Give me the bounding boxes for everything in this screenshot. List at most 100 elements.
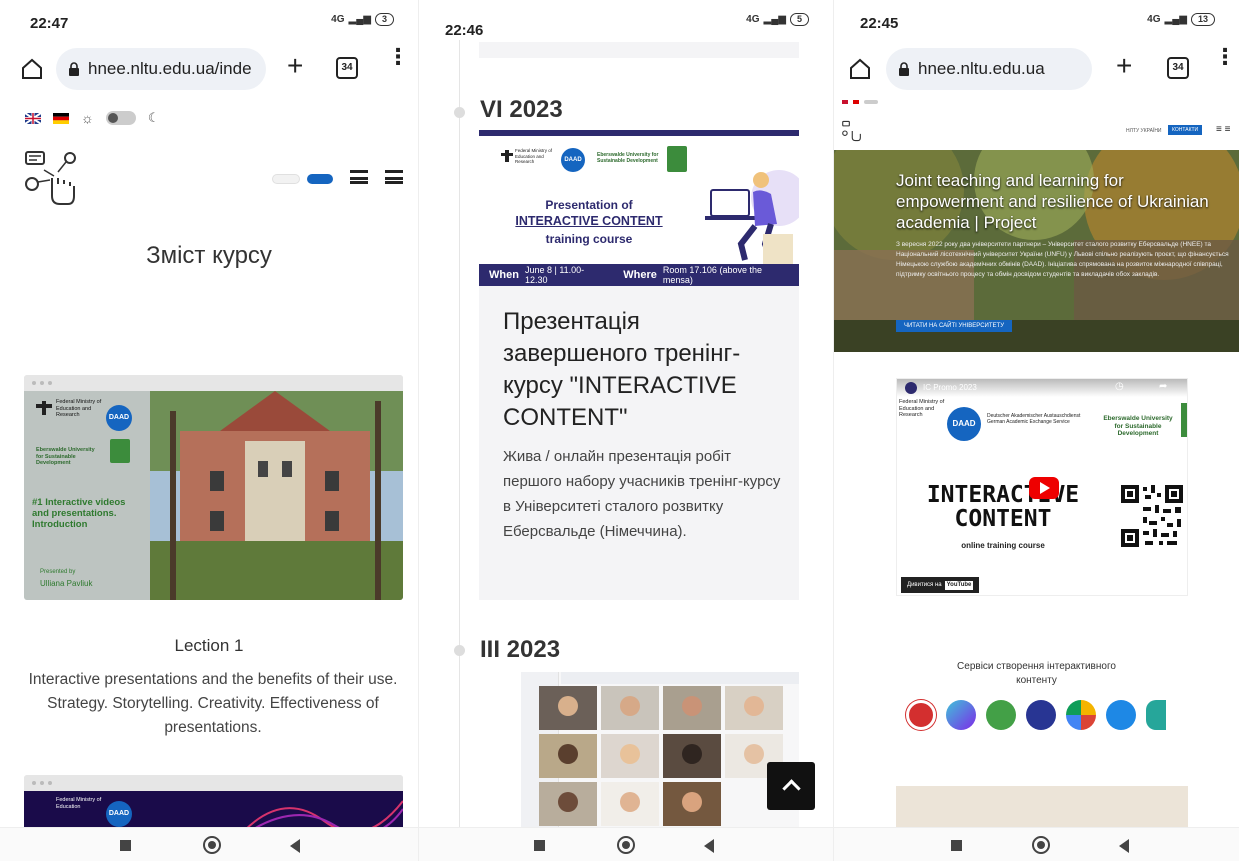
hero-description: З вересня 2022 року два університети пар…	[896, 241, 1229, 278]
battery-icon: 5	[789, 13, 809, 26]
lection-description: Interactive presentations and the benefi…	[28, 671, 398, 736]
colors-icon[interactable]	[1066, 700, 1096, 730]
clock-icon[interactable]: ◷	[1115, 381, 1124, 392]
home-nav-icon[interactable]	[1032, 836, 1050, 854]
university-building-photo	[150, 391, 403, 600]
c-icon[interactable]	[1026, 700, 1056, 730]
share-icon[interactable]: ➦	[1159, 381, 1167, 392]
slide-title: #1 Interactive videos and presentations.…	[32, 497, 126, 530]
theme-toggle[interactable]	[864, 100, 878, 104]
theme-toggle[interactable]	[105, 111, 136, 125]
eagle-icon	[36, 401, 52, 415]
banner-line-1: Presentation of	[545, 198, 633, 212]
back-icon[interactable]	[1119, 839, 1129, 853]
banner-org2-label: Eberswalde University for Sustainable De…	[597, 152, 659, 164]
crest-icon	[667, 146, 687, 172]
previous-card-bottom	[479, 42, 799, 58]
timeline-line	[459, 40, 460, 827]
moon-icon: ☾	[147, 110, 160, 125]
nav-link[interactable]: НЛТУ УКРАЇНИ	[1126, 128, 1162, 134]
url-text: hnee.nltu.edu.ua/inde	[88, 59, 252, 78]
event-card: Презентація завершеного тренінг-курсу "I…	[479, 286, 799, 600]
signal-icon: 4G ▂▄▆ 13	[1147, 13, 1215, 26]
status-bar: 22:46 4G ▂▄▆ 5	[419, 0, 833, 39]
back-icon[interactable]	[704, 839, 714, 853]
zoom-meeting-screenshot[interactable]	[521, 672, 799, 830]
settings-row: ☼ ☾	[25, 110, 160, 126]
menu-icon[interactable]: ⋮	[387, 46, 409, 68]
channel-avatar	[905, 382, 917, 394]
slide2-org-label: Federal Ministry of Education	[56, 797, 102, 810]
home-icon[interactable]	[848, 57, 872, 81]
theme-light-pill[interactable]	[272, 174, 300, 184]
android-nav-bar	[0, 827, 418, 861]
menu-icon[interactable]: ⋮	[1214, 46, 1236, 68]
watch-on-youtube-button[interactable]: Дивитися на YouTube	[901, 577, 980, 593]
tab-count-button[interactable]: 34	[1167, 57, 1189, 79]
address-bar[interactable]: hnee.nltu.edu.ua	[886, 48, 1092, 90]
event-description: Жива / онлайн презентація робіт першого …	[503, 448, 781, 540]
lection-title[interactable]: Lection 1	[0, 636, 418, 656]
german-flag-icon[interactable]	[853, 100, 859, 104]
home-nav-icon[interactable]	[617, 836, 635, 854]
h5p-icon[interactable]	[1106, 700, 1136, 730]
back-icon[interactable]	[290, 839, 300, 853]
recents-icon[interactable]	[951, 840, 962, 851]
banner-footer: When June 8 | 11.00-12.30 Where Room 17.…	[479, 264, 799, 286]
uk-flag-icon[interactable]	[25, 112, 41, 124]
lection-2-thumbnail[interactable]: Federal Ministry of Education DAAD	[24, 775, 403, 835]
hero-title: Joint teaching and learning for empowerm…	[896, 171, 1209, 232]
new-tab-icon[interactable]: +	[1116, 50, 1132, 82]
event-title[interactable]: Презентація завершеного тренінг-курсу "I…	[503, 306, 789, 434]
german-flag-icon[interactable]	[53, 112, 69, 124]
battery-icon: 13	[1190, 13, 1215, 26]
status-time: 22:46	[445, 22, 484, 39]
video-subtitle: online training course	[961, 541, 1045, 550]
site-logo-icon[interactable]	[842, 120, 864, 142]
home-icon[interactable]	[20, 57, 44, 81]
new-tab-icon[interactable]: +	[287, 50, 303, 82]
cp-icon[interactable]	[986, 700, 1016, 730]
daad-badge: DAAD	[106, 801, 132, 827]
site-logo-icon[interactable]	[24, 148, 84, 208]
scroll-to-top-button[interactable]	[767, 762, 815, 810]
hamburger-icon[interactable]	[350, 170, 368, 184]
hero-banner: Joint teaching and learning for empowerm…	[834, 150, 1239, 352]
recents-icon[interactable]	[534, 840, 545, 851]
video-title: IC Promo 2023	[923, 383, 977, 392]
status-time: 22:47	[30, 15, 69, 32]
event-banner[interactable]: Federal Ministry of Education and Resear…	[479, 130, 799, 286]
android-nav-bar	[419, 827, 833, 861]
partial-icon[interactable]	[1146, 700, 1166, 730]
hamburger-icon[interactable]: ≡ ≡	[1216, 125, 1230, 135]
tab-count-button[interactable]: 34	[336, 57, 358, 79]
banner-org-label: Federal Ministry of Education and Resear…	[515, 148, 553, 164]
genially-icon[interactable]	[906, 700, 936, 730]
battery-icon: 3	[374, 13, 394, 26]
youtube-embed[interactable]: IC Promo 2023 ◷ ➦ Federal Ministry of Ed…	[896, 378, 1188, 596]
banner-line-3: training course	[545, 232, 633, 246]
youtube-logo: YouTube	[944, 580, 974, 590]
slide-org2-label: Eberswalde University for Sustainable De…	[36, 447, 95, 466]
screen-2: 22:46 4G ▂▄▆ 5 VI 2023 Federal Ministry of…	[418, 0, 833, 861]
address-bar[interactable]: hnee.nltu.edu.ua/inde	[56, 48, 266, 90]
read-more-button[interactable]: ЧИТАТИ НА САЙТІ УНІВЕРСИТЕТУ	[896, 320, 1013, 332]
contacts-button[interactable]: КОНТАКТИ	[1168, 125, 1203, 135]
screen-1: 22:47 4G ▂▄▆ 3 hnee.nltu.edu.ua/inde + 34 …	[0, 0, 418, 861]
timeline-date: III 2023	[480, 636, 561, 663]
canva-icon[interactable]	[946, 700, 976, 730]
status-bar: 22:47 4G ▂▄▆ 3	[0, 0, 418, 38]
signal-icon: 4G ▂▄▆ 3	[331, 13, 394, 26]
uk-flag-icon[interactable]	[842, 100, 848, 104]
home-nav-icon[interactable]	[203, 836, 221, 854]
hamburger-icon-2[interactable]	[385, 170, 403, 184]
lection-1-thumbnail[interactable]: Federal Ministry of Education and Resear…	[24, 375, 403, 600]
timeline-date: VI 2023	[480, 96, 563, 123]
recents-icon[interactable]	[120, 840, 131, 851]
daad-badge: DAAD	[947, 407, 981, 441]
crest-icon	[1181, 403, 1187, 437]
theme-dark-pill[interactable]	[307, 174, 333, 184]
services-icons-row	[906, 700, 1166, 730]
daad-badge: DAAD	[561, 148, 585, 172]
youtube-play-icon[interactable]	[1029, 477, 1059, 499]
